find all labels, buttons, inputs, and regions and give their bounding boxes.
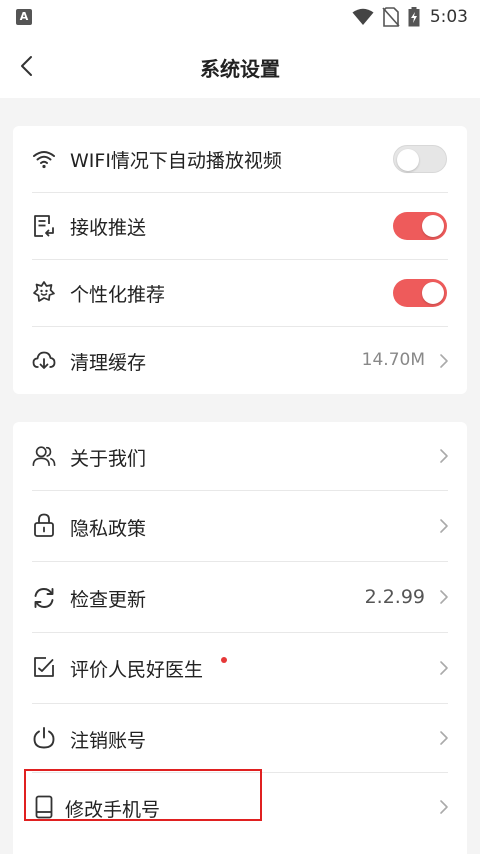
info-row-rate[interactable]: 评价人民好医生 bbox=[13, 633, 467, 703]
status-bar: A 5:03 bbox=[0, 0, 480, 34]
chevron-right-icon bbox=[440, 590, 448, 604]
toggle-knob bbox=[422, 282, 444, 304]
toggle-knob bbox=[397, 149, 419, 171]
chevron-right-icon bbox=[440, 800, 448, 814]
chevron-right-icon bbox=[440, 449, 448, 463]
top-app-bar: 系统设置 bbox=[0, 34, 480, 98]
refresh-icon bbox=[32, 586, 56, 610]
sparkle-badge-icon bbox=[32, 280, 56, 304]
wifi-icon bbox=[32, 147, 56, 171]
setting-row-push[interactable]: 接收推送 bbox=[13, 193, 467, 259]
no-sim-icon bbox=[382, 7, 400, 27]
setting-row-autoplay[interactable]: WIFI情况下自动播放视频 bbox=[13, 126, 467, 192]
chevron-right-icon bbox=[440, 661, 448, 675]
version-value: 2.2.99 bbox=[364, 586, 425, 608]
page-title: 系统设置 bbox=[200, 57, 280, 81]
status-time: 5:03 bbox=[429, 7, 468, 27]
info-label-deactivate: 注销账号 bbox=[70, 730, 147, 752]
notification-dot bbox=[221, 657, 227, 663]
lock-icon bbox=[32, 513, 56, 537]
battery-charging-icon bbox=[408, 7, 420, 27]
chevron-right-icon bbox=[440, 354, 448, 368]
setting-label-cache: 清理缓存 bbox=[70, 352, 147, 374]
push-toggle[interactable] bbox=[393, 212, 447, 240]
setting-label-autoplay: WIFI情况下自动播放视频 bbox=[70, 150, 282, 172]
autoplay-toggle[interactable] bbox=[393, 145, 447, 173]
setting-label-personalized: 个性化推荐 bbox=[70, 284, 166, 306]
setting-label-push: 接收推送 bbox=[70, 217, 147, 239]
a-app-icon: A bbox=[16, 9, 32, 25]
info-label-update: 检查更新 bbox=[70, 589, 147, 611]
edit-box-icon bbox=[32, 655, 56, 679]
cache-size-value: 14.70M bbox=[361, 350, 425, 370]
personalized-toggle[interactable] bbox=[393, 279, 447, 307]
settings-card: WIFI情况下自动播放视频 接收推送 个性化推荐 清理缓存 14.70M bbox=[13, 126, 467, 394]
receive-push-icon bbox=[32, 214, 56, 238]
chevron-right-icon bbox=[440, 519, 448, 533]
power-icon bbox=[32, 726, 56, 750]
info-row-privacy[interactable]: 隐私政策 bbox=[13, 491, 467, 561]
highlight-annotation-box bbox=[24, 769, 262, 821]
info-row-deactivate[interactable]: 注销账号 bbox=[13, 704, 467, 772]
info-row-update[interactable]: 检查更新 2.2.99 bbox=[13, 562, 467, 632]
users-icon bbox=[32, 444, 56, 468]
toggle-knob bbox=[422, 215, 444, 237]
info-label-rate: 评价人民好医生 bbox=[70, 659, 204, 681]
info-label-privacy: 隐私政策 bbox=[70, 518, 147, 540]
wifi-icon bbox=[352, 8, 374, 25]
info-row-about[interactable]: 关于我们 bbox=[13, 422, 467, 490]
setting-row-personalized[interactable]: 个性化推荐 bbox=[13, 260, 467, 326]
status-icons: 5:03 bbox=[352, 6, 468, 28]
setting-row-cache[interactable]: 清理缓存 14.70M bbox=[13, 327, 467, 394]
chevron-right-icon bbox=[440, 731, 448, 745]
cloud-download-icon bbox=[32, 348, 56, 372]
info-label-about: 关于我们 bbox=[70, 448, 147, 470]
